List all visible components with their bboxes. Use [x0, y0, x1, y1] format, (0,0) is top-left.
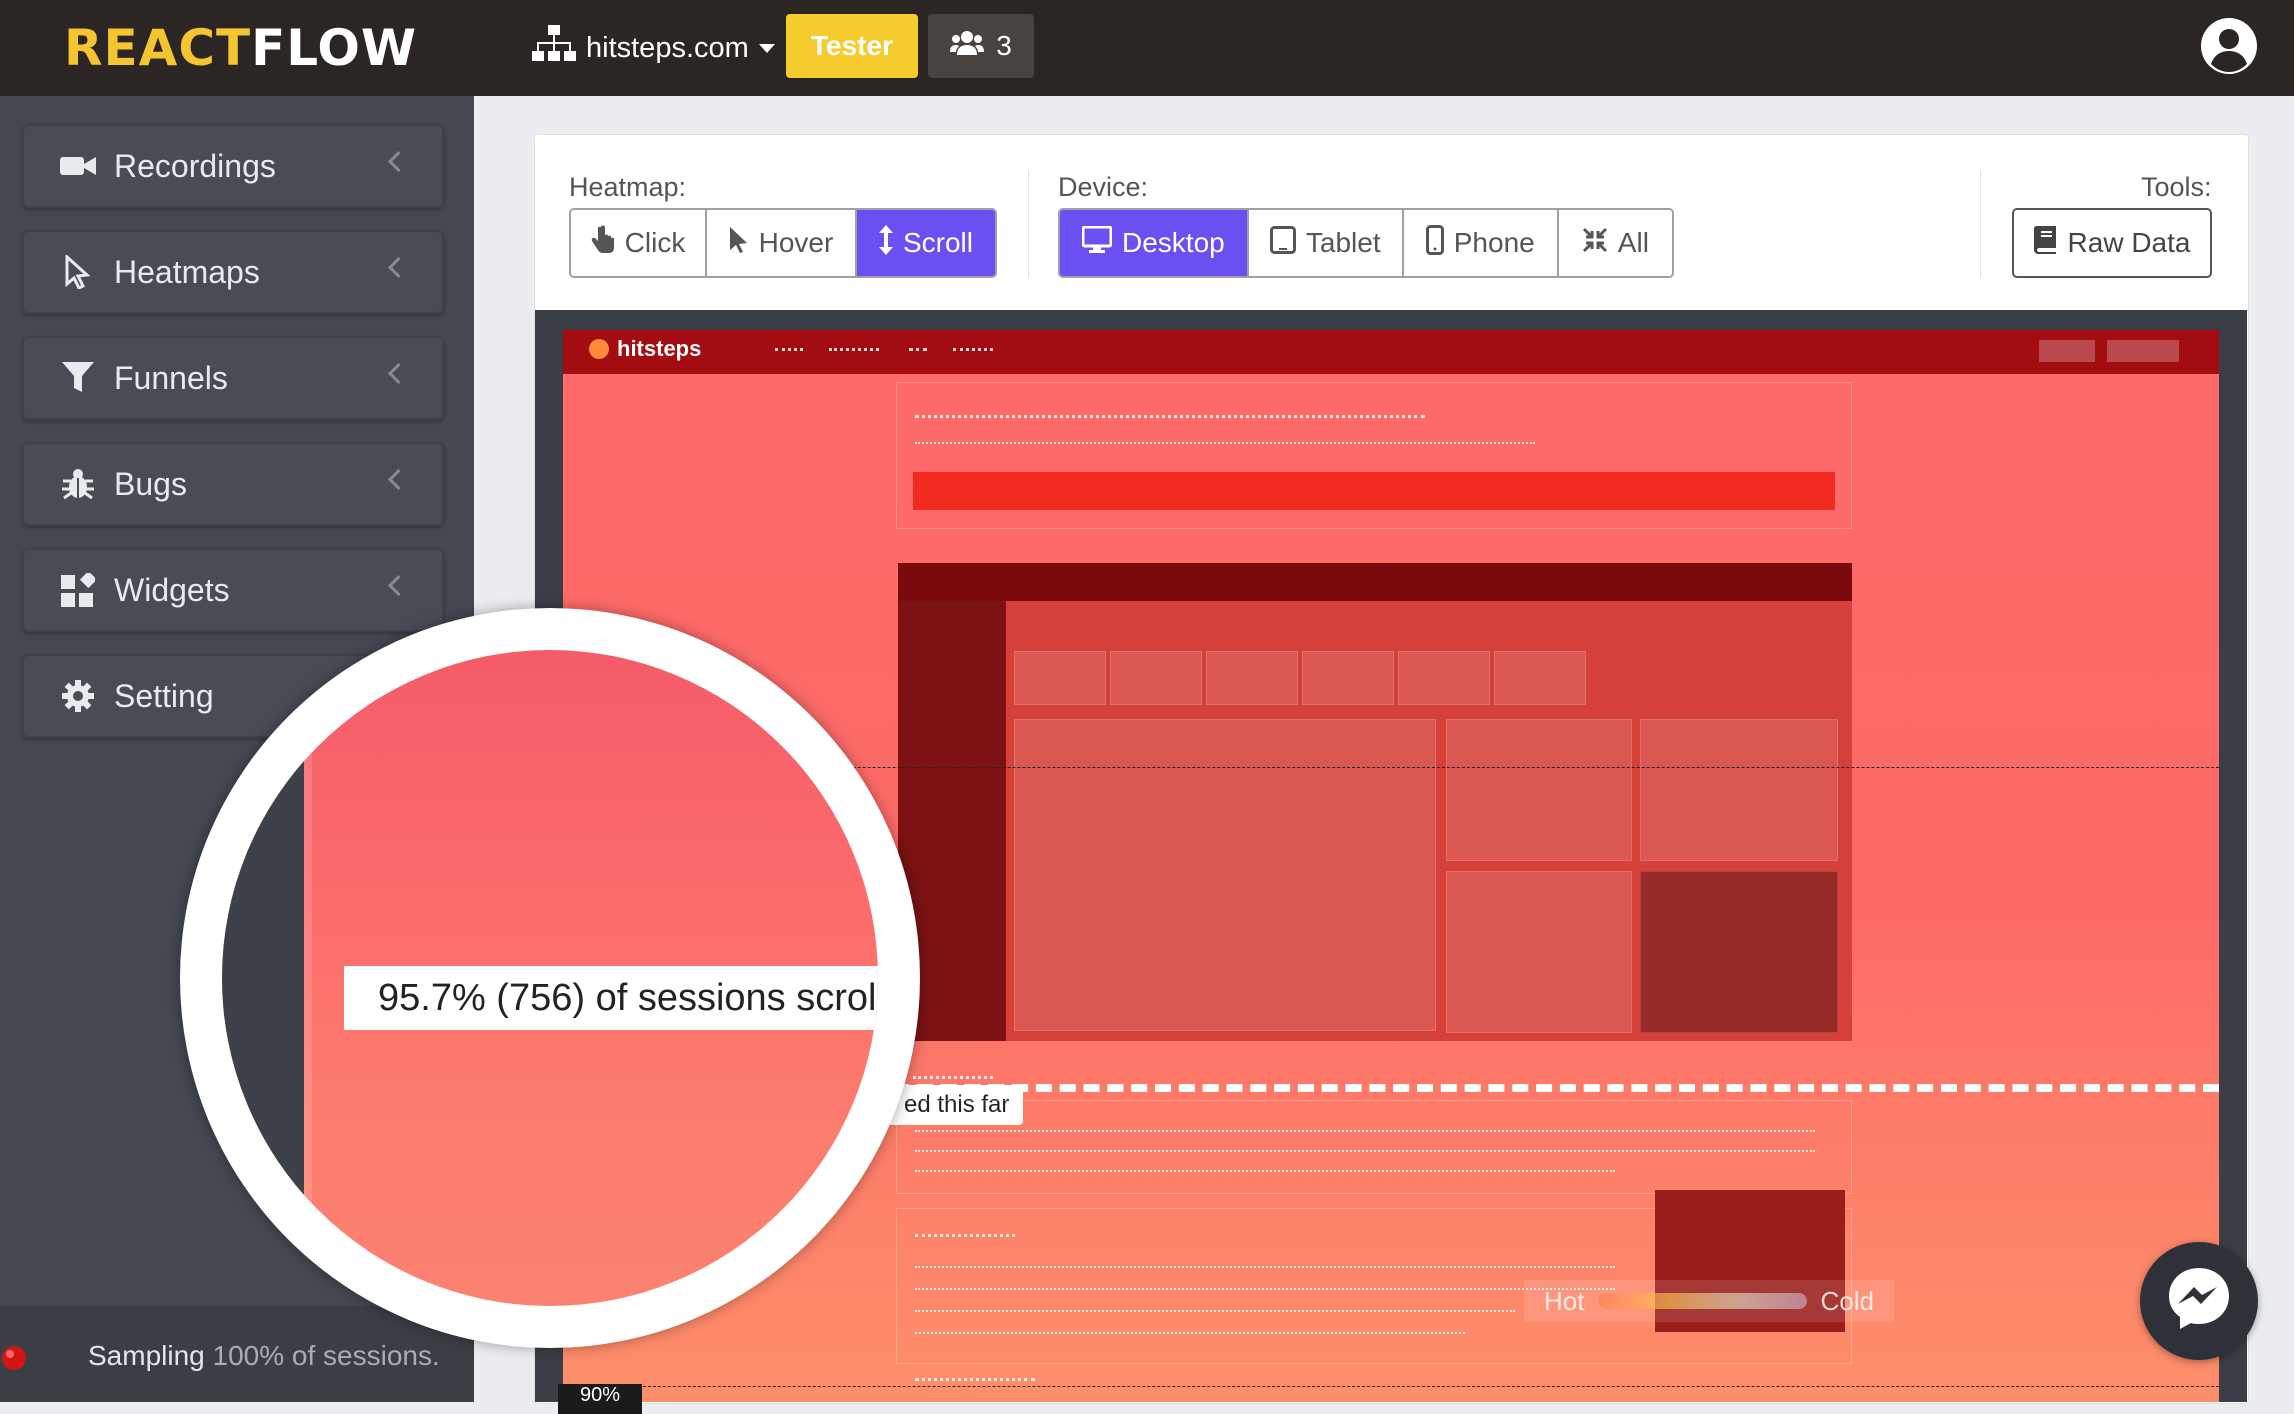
sidebar-item-heatmaps[interactable]: Heatmaps	[22, 230, 444, 314]
toolbar-divider	[1980, 170, 1981, 278]
preview-text-line	[915, 1150, 1815, 1158]
video-camera-icon	[58, 146, 98, 186]
site-name: hitsteps.com	[586, 31, 749, 64]
chevron-left-icon	[387, 150, 410, 173]
preview-dashboard-screenshot	[898, 563, 1852, 1041]
mobile-phone-icon	[1425, 224, 1444, 262]
flame-icon	[589, 339, 609, 359]
status-dot-icon	[0, 1344, 28, 1372]
sidebar-item-funnels[interactable]: Funnels	[22, 336, 444, 420]
device-group: Desktop Tablet Phone All	[1058, 208, 1674, 278]
sidebar-item-label: Heatmaps	[114, 253, 260, 290]
gear-icon	[58, 676, 98, 716]
messenger-icon	[2164, 1264, 2234, 1339]
users-icon	[950, 30, 985, 63]
device-desktop-button[interactable]: Desktop	[1060, 210, 1249, 276]
sitemap-icon	[532, 25, 586, 71]
tablet-icon	[1269, 225, 1296, 261]
preview-nav-link	[953, 348, 993, 357]
preview-section	[896, 1100, 1852, 1194]
site-selector[interactable]: hitsteps.com	[532, 22, 775, 74]
vertical-arrows-icon	[878, 224, 893, 262]
heatmap-click-button[interactable]: Click	[571, 210, 707, 276]
sidebar-item-label: Setting	[114, 677, 214, 714]
preview-text-line	[915, 1130, 1815, 1138]
sidebar-item-widgets[interactable]: Widgets	[22, 548, 444, 632]
device-label: Device:	[1058, 172, 1149, 202]
cursor-icon	[58, 252, 98, 292]
preview-text-line	[915, 415, 1425, 424]
preview-nav-link	[909, 348, 927, 357]
raw-data-button[interactable]: Raw Data	[2012, 208, 2212, 278]
scroll-reach-marker	[893, 1084, 2219, 1092]
scroll-marker-line	[563, 1386, 2219, 1387]
chevron-left-icon	[387, 468, 410, 491]
heat-legend: Hot Cold	[1524, 1280, 1894, 1322]
tester-button[interactable]: Tester	[786, 14, 918, 78]
device-all-button[interactable]: All	[1558, 210, 1672, 276]
hand-pointer-icon	[591, 225, 615, 262]
user-avatar-icon[interactable]	[2200, 17, 2258, 75]
heatmap-type-group: Click Hover Scroll	[569, 208, 997, 278]
preview-text-line	[915, 1266, 1615, 1274]
device-tablet-button[interactable]: Tablet	[1248, 210, 1404, 276]
bug-icon	[58, 464, 98, 504]
preview-text-line	[915, 1170, 1615, 1178]
heatmap-hover-button[interactable]: Hover	[707, 210, 857, 276]
chevron-left-icon	[387, 256, 410, 279]
legend-cold-label: Cold	[1820, 1285, 1874, 1316]
preview-text-line	[915, 1288, 1615, 1296]
preview-banner	[913, 472, 1835, 510]
magnified-view: 95.7% (756) of sessions scrolled this fa…	[222, 650, 878, 1306]
sampling-status: Sampling 100% of sessions.	[88, 1340, 440, 1371]
magnifier-lens: 95.7% (756) of sessions scrolled this fa…	[180, 608, 920, 1348]
messenger-chat-button[interactable]	[2140, 1242, 2258, 1360]
mouse-pointer-icon	[729, 226, 749, 261]
top-bar: REACTFLOW hitsteps.com Tester 3	[0, 0, 2294, 96]
toolbar-divider	[1028, 170, 1029, 278]
caret-down-icon	[758, 43, 775, 53]
preview-nav-button	[2107, 340, 2179, 362]
preview-nav-button	[2039, 340, 2095, 362]
sidebar-item-label: Bugs	[114, 465, 187, 502]
tools-label: Tools:	[2141, 172, 2212, 202]
scroll-reach-tooltip: 95.7% (756) of sessions scrolled this fa…	[344, 966, 878, 1030]
desktop-icon	[1081, 225, 1113, 261]
preview-text-line	[915, 1378, 1035, 1387]
sidebar-item-bugs[interactable]: Bugs	[22, 442, 444, 526]
app-logo[interactable]: REACTFLOW	[64, 18, 417, 78]
preview-nav-link	[775, 348, 803, 357]
preview-site-navbar: hitsteps	[563, 330, 2219, 374]
preview-nav-link	[829, 348, 879, 357]
compress-arrows-icon	[1582, 227, 1608, 260]
device-phone-button[interactable]: Phone	[1403, 210, 1559, 276]
chevron-left-icon	[387, 362, 410, 385]
book-icon	[2033, 225, 2056, 261]
preview-text-line	[915, 1234, 1015, 1243]
widgets-icon	[58, 570, 98, 610]
preview-text-line	[915, 1332, 1465, 1340]
sidebar-item-label: Recordings	[114, 147, 276, 184]
users-button[interactable]: 3	[928, 14, 1034, 78]
preview-text-line	[915, 442, 1535, 450]
chevron-left-icon	[387, 574, 410, 597]
filter-icon	[58, 358, 98, 398]
scroll-depth-badge: 90%	[558, 1384, 642, 1414]
heatmap-type-label: Heatmap:	[569, 172, 687, 202]
sidebar-item-label: Widgets	[114, 571, 230, 608]
legend-gradient	[1598, 1293, 1807, 1309]
sidebar-item-label: Funnels	[114, 359, 228, 396]
users-count: 3	[996, 30, 1012, 61]
sidebar-item-recordings[interactable]: Recordings	[22, 124, 444, 208]
legend-hot-label: Hot	[1544, 1285, 1585, 1316]
preview-text-line	[915, 1310, 1515, 1318]
preview-site-logo: hitsteps	[589, 336, 701, 362]
heatmap-scroll-button[interactable]: Scroll	[857, 210, 995, 276]
